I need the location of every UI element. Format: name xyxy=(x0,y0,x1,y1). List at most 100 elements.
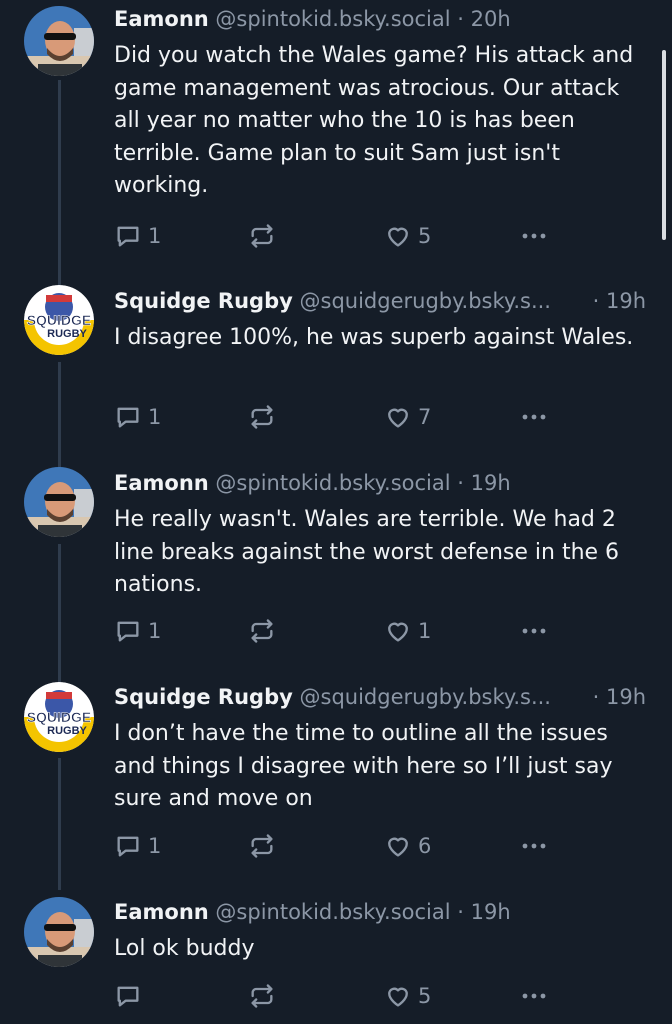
like-button[interactable]: 1 xyxy=(384,614,431,648)
like-button[interactable]: 5 xyxy=(384,979,431,1013)
post-time: 19h xyxy=(605,289,646,313)
scrollbar[interactable] xyxy=(662,50,666,240)
logo-text-top: SQUIDGE xyxy=(27,312,92,328)
more-icon xyxy=(522,414,546,420)
post-time[interactable]: 19h xyxy=(471,900,511,924)
logo-text-top: SQUIDGE xyxy=(27,709,92,725)
like-count: 7 xyxy=(418,405,432,429)
more-button[interactable] xyxy=(519,829,549,863)
post-header: Squidge Rugby @squidgerugby.bsky.s... · … xyxy=(114,678,646,716)
post-header: Eamonn @spintokid.bsky.social · 19h xyxy=(114,464,646,502)
post-header: Eamonn @spintokid.bsky.social · 19h xyxy=(114,893,646,931)
post-text: I don’t have the time to outline all the… xyxy=(114,721,613,811)
more-icon xyxy=(522,233,546,239)
repost-icon xyxy=(251,834,273,858)
author-handle[interactable]: @spintokid.bsky.social xyxy=(215,7,450,31)
author-name[interactable]: Squidge Rugby xyxy=(114,289,293,313)
like-count: 1 xyxy=(418,619,432,643)
post-actions: 1 7 xyxy=(114,400,554,434)
reply-icon xyxy=(117,621,139,642)
separator: · xyxy=(457,7,464,31)
eamonn-avatar[interactable] xyxy=(24,467,94,537)
repost-button[interactable] xyxy=(248,219,282,253)
more-icon xyxy=(522,993,546,999)
eamonn-avatar[interactable] xyxy=(24,6,94,76)
thread-line xyxy=(58,758,61,890)
separator: · xyxy=(592,685,600,709)
post[interactable]: Eamonn @spintokid.bsky.social · 19h Lol … xyxy=(0,893,672,1024)
heart-icon xyxy=(388,408,408,428)
thread-line xyxy=(58,362,61,472)
more-button[interactable] xyxy=(519,219,549,253)
more-button[interactable] xyxy=(519,979,549,1013)
logo-text-bottom: RUGBY xyxy=(47,328,87,340)
more-icon xyxy=(522,628,546,634)
post-header: Squidge Rugby @squidgerugby.bsky.s... · … xyxy=(114,282,646,320)
reply-icon xyxy=(117,407,139,428)
repost-icon xyxy=(251,405,273,429)
thread-line xyxy=(58,672,61,678)
reply-button[interactable]: 1 xyxy=(114,400,161,434)
separator: · xyxy=(592,289,600,313)
heart-icon xyxy=(388,987,408,1007)
reply-count: 1 xyxy=(148,405,162,429)
reply-icon xyxy=(117,986,139,1007)
post-actions: 1 1 xyxy=(114,614,554,648)
post-actions: 1 6 xyxy=(114,829,554,863)
post-time[interactable]: 19h xyxy=(471,471,511,495)
repost-button[interactable] xyxy=(248,979,282,1013)
squidge-logo-avatar[interactable]: SQUIDGE RUGBY xyxy=(24,682,94,752)
reply-button[interactable] xyxy=(114,979,148,1013)
reply-icon xyxy=(117,226,139,247)
post-text: I disagree 100%, he was superb against W… xyxy=(114,325,634,350)
post-text: Did you watch the Wales game? His attack… xyxy=(114,43,634,198)
heart-icon xyxy=(388,227,408,247)
author-handle[interactable]: @spintokid.bsky.social xyxy=(215,471,450,495)
reply-count: 1 xyxy=(148,834,162,858)
squidge-logo-avatar[interactable]: SQUIDGE RUGBY xyxy=(24,285,94,355)
like-button[interactable]: 6 xyxy=(384,829,431,863)
post[interactable]: Eamonn @spintokid.bsky.social · 19h He r… xyxy=(0,460,672,684)
like-count: 5 xyxy=(418,224,432,248)
reply-button[interactable]: 1 xyxy=(114,829,161,863)
reply-icon xyxy=(117,836,139,857)
like-count: 5 xyxy=(418,984,432,1008)
author-handle[interactable]: @squidgerugby.bsky.s... xyxy=(300,289,551,313)
repost-icon xyxy=(251,224,273,248)
post-text: Lol ok buddy xyxy=(114,936,255,961)
reply-count: 1 xyxy=(148,224,162,248)
post[interactable]: SQUIDGE RUGBY Squidge Rugby @squidgerugby… xyxy=(0,672,672,892)
like-count: 6 xyxy=(418,834,432,858)
repost-icon xyxy=(251,984,273,1008)
eamonn-avatar[interactable] xyxy=(24,897,94,967)
heart-icon xyxy=(388,837,408,857)
author-name[interactable]: Eamonn xyxy=(114,471,209,495)
author-handle[interactable]: @squidgerugby.bsky.s... xyxy=(300,685,551,709)
thread-line xyxy=(58,274,61,282)
repost-button[interactable] xyxy=(248,400,282,434)
reply-button[interactable]: 1 xyxy=(114,219,161,253)
post-time[interactable]: 20h xyxy=(471,7,511,31)
more-button[interactable] xyxy=(519,400,549,434)
reply-button[interactable]: 1 xyxy=(114,614,161,648)
repost-icon xyxy=(251,619,273,643)
more-icon xyxy=(522,843,546,849)
repost-button[interactable] xyxy=(248,614,282,648)
like-button[interactable]: 7 xyxy=(384,400,431,434)
post-time-group[interactable]: · 19h xyxy=(593,282,646,320)
author-name[interactable]: Eamonn xyxy=(114,7,209,31)
post[interactable]: Eamonn @spintokid.bsky.social · 20h Did … xyxy=(0,0,672,290)
post-time: 19h xyxy=(605,685,646,709)
more-button[interactable] xyxy=(519,614,549,648)
post-actions: 5 xyxy=(114,979,554,1013)
repost-button[interactable] xyxy=(248,829,282,863)
post-time-group[interactable]: · 19h xyxy=(593,678,646,716)
like-button[interactable]: 5 xyxy=(384,219,431,253)
thread-line xyxy=(58,544,61,684)
author-name[interactable]: Eamonn xyxy=(114,900,209,924)
author-name[interactable]: Squidge Rugby xyxy=(114,685,293,709)
thread-line xyxy=(58,460,61,464)
author-handle[interactable]: @spintokid.bsky.social xyxy=(215,900,450,924)
post[interactable]: SQUIDGE RUGBY Squidge Rugby @squidgerugby… xyxy=(0,274,672,472)
post-header: Eamonn @spintokid.bsky.social · 20h xyxy=(114,0,646,38)
